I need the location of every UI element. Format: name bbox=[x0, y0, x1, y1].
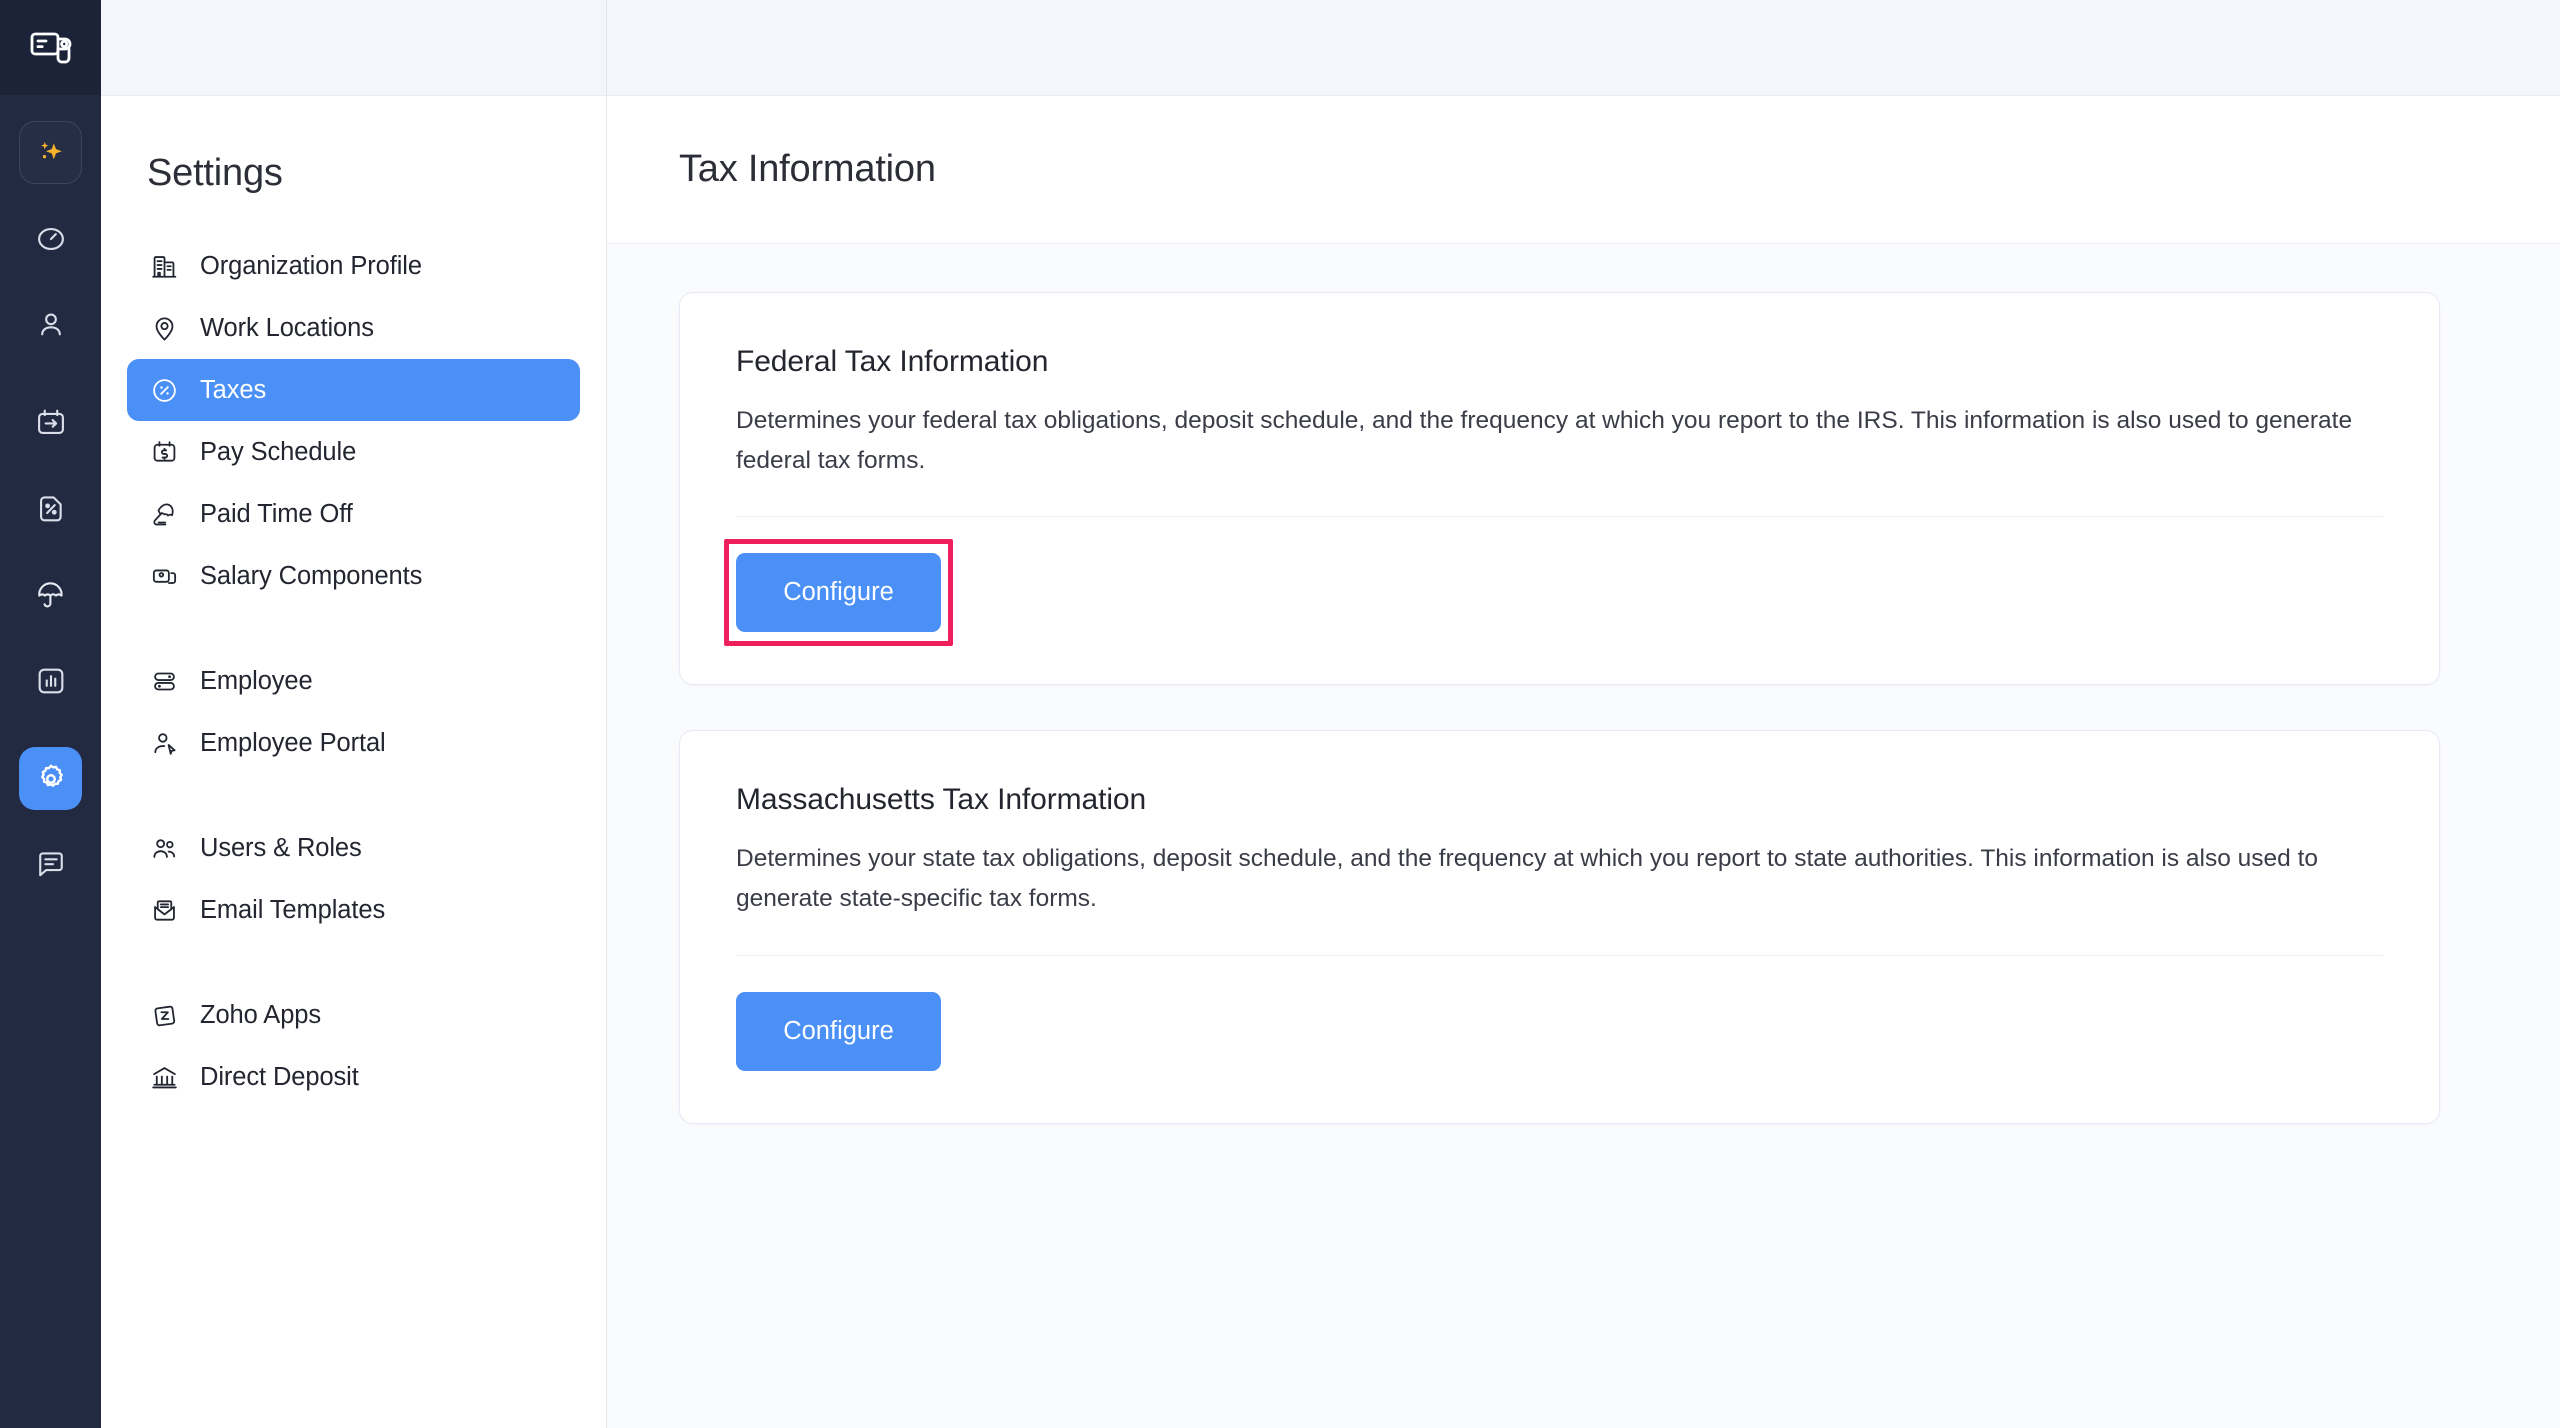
sidebar-item-label: Organization Profile bbox=[200, 251, 422, 280]
rail-item-chat[interactable] bbox=[19, 833, 82, 896]
card-actions: Configure bbox=[736, 956, 2383, 1071]
page-title: Tax Information bbox=[679, 148, 936, 190]
federal-configure-button[interactable]: Configure bbox=[736, 553, 941, 633]
stacked-cards-icon bbox=[149, 561, 179, 591]
card-title: Federal Tax Information bbox=[736, 345, 1049, 378]
two-people-icon bbox=[149, 833, 179, 863]
time-off-umbrella-icon bbox=[37, 581, 63, 607]
taxes-percent-document-icon bbox=[39, 495, 62, 521]
calendar-dollar-icon bbox=[149, 437, 179, 467]
employee-person-icon bbox=[40, 312, 61, 335]
rail-item-time-off[interactable] bbox=[19, 563, 82, 626]
sidebar-body: Settings Organization Profile Work Locat… bbox=[101, 96, 606, 1108]
sidebar-item-pay-schedule[interactable]: Pay Schedule bbox=[127, 421, 580, 483]
nav-group-separator bbox=[127, 607, 580, 650]
app-top-strip bbox=[607, 0, 2560, 96]
rail-item-settings[interactable] bbox=[19, 747, 82, 810]
sidebar-item-label: Email Templates bbox=[200, 895, 386, 924]
massachusetts-configure-button[interactable]: Configure bbox=[736, 991, 941, 1071]
sidebar-item-employee-portal[interactable]: Employee Portal bbox=[127, 712, 580, 774]
sidebar-item-label: Pay Schedule bbox=[200, 437, 357, 466]
rail-item-list bbox=[19, 95, 82, 919]
zoho-z-icon bbox=[149, 1000, 179, 1030]
app-root: Settings Organization Profile Work Locat… bbox=[0, 0, 2560, 1428]
bank-building-icon bbox=[149, 1062, 179, 1092]
map-pin-icon bbox=[149, 313, 179, 343]
primary-icon-rail bbox=[0, 0, 101, 1428]
dashboard-speedometer-icon bbox=[37, 227, 64, 250]
nav-group-separator bbox=[127, 774, 580, 817]
sidebar-item-label: Paid Time Off bbox=[200, 499, 353, 528]
sidebar-item-label: Direct Deposit bbox=[200, 1062, 359, 1091]
card-title: Massachusetts Tax Information bbox=[736, 783, 1147, 817]
pay-runs-calendar-arrow-icon bbox=[37, 409, 64, 434]
app-logo[interactable] bbox=[0, 0, 101, 95]
envelope-icon bbox=[149, 895, 179, 925]
main-content: Federal Tax Information Determines your … bbox=[607, 244, 2560, 1428]
sidebar-item-label: Employee bbox=[200, 666, 313, 695]
card-description: Determines your state tax obligations, d… bbox=[736, 845, 2319, 913]
percent-circle-icon bbox=[149, 375, 179, 405]
configure-highlight-wrapper: Configure bbox=[724, 539, 953, 647]
sidebar-item-organization-profile[interactable]: Organization Profile bbox=[127, 235, 580, 297]
rail-item-employees[interactable] bbox=[19, 293, 82, 356]
sparkle-ai-icon bbox=[40, 141, 62, 159]
rail-item-pay-runs[interactable] bbox=[19, 391, 82, 454]
beach-umbrella-chair-icon bbox=[149, 499, 179, 529]
rail-item-ai-assistant[interactable] bbox=[19, 121, 82, 184]
sidebar-item-label: Salary Components bbox=[200, 561, 423, 590]
settings-gear-icon bbox=[40, 764, 63, 787]
organization-building-icon bbox=[149, 251, 179, 281]
sidebar-item-taxes[interactable]: Taxes bbox=[127, 359, 580, 421]
payroll-logo-icon bbox=[30, 32, 71, 63]
chat-message-icon bbox=[38, 851, 63, 876]
main-region: Tax Information Federal Tax Information … bbox=[607, 0, 2560, 1428]
sidebar-item-direct-deposit[interactable]: Direct Deposit bbox=[127, 1046, 580, 1108]
sidebar-item-work-locations[interactable]: Work Locations bbox=[127, 297, 580, 359]
toggle-list-icon bbox=[149, 666, 179, 696]
rail-item-dashboard[interactable] bbox=[19, 207, 82, 270]
sidebar-item-users-roles[interactable]: Users & Roles bbox=[127, 817, 580, 879]
federal-tax-card: Federal Tax Information Determines your … bbox=[679, 292, 2440, 686]
settings-nav-list: Organization Profile Work Locations Taxe… bbox=[101, 235, 606, 1108]
sidebar-item-salary-components[interactable]: Salary Components bbox=[127, 545, 580, 607]
massachusetts-tax-card: Massachusetts Tax Information Determines… bbox=[679, 730, 2440, 1124]
sidebar-item-label: Users & Roles bbox=[200, 833, 362, 862]
sidebar-item-label: Employee Portal bbox=[200, 728, 386, 757]
person-cursor-icon bbox=[149, 728, 179, 758]
page-header: Tax Information bbox=[607, 96, 2560, 244]
rail-item-taxes[interactable] bbox=[19, 477, 82, 540]
sidebar-top-strip bbox=[101, 0, 606, 96]
sidebar-item-zoho-apps[interactable]: Zoho Apps bbox=[127, 984, 580, 1046]
sidebar-item-paid-time-off[interactable]: Paid Time Off bbox=[127, 483, 580, 545]
settings-sidebar: Settings Organization Profile Work Locat… bbox=[101, 0, 607, 1428]
reports-bar-chart-icon bbox=[38, 668, 63, 693]
card-description: Determines your federal tax obligations,… bbox=[736, 407, 2353, 474]
sidebar-item-label: Work Locations bbox=[200, 313, 374, 342]
sidebar-item-email-templates[interactable]: Email Templates bbox=[127, 879, 580, 941]
nav-group-separator bbox=[127, 941, 580, 984]
page-title-settings: Settings bbox=[147, 152, 283, 194]
rail-item-reports[interactable] bbox=[19, 649, 82, 712]
sidebar-item-label: Zoho Apps bbox=[200, 1000, 322, 1029]
sidebar-item-label: Taxes bbox=[200, 375, 267, 404]
sidebar-item-employee[interactable]: Employee bbox=[127, 650, 580, 712]
card-actions: Configure bbox=[724, 517, 2383, 647]
